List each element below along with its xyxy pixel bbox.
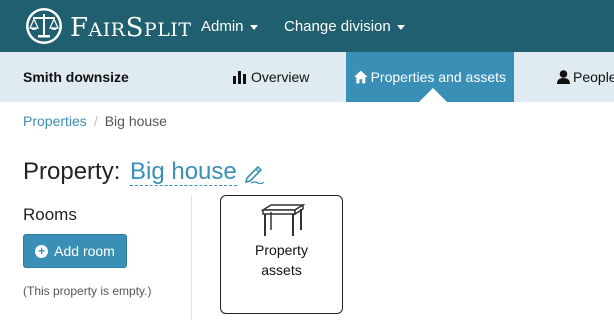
rooms-heading: Rooms	[23, 205, 77, 224]
brand-letter-s: S	[125, 13, 144, 43]
top-navbar: FAIRSPLIT Admin Change division	[0, 0, 614, 52]
breadcrumb: Properties / Big house	[23, 113, 167, 129]
chevron-down-icon	[396, 24, 405, 30]
add-room-button[interactable]: + Add room	[23, 234, 127, 268]
home-icon	[354, 70, 368, 84]
tab-people[interactable]: People	[557, 52, 614, 102]
property-assets-label-line1: Property	[255, 242, 308, 258]
admin-menu[interactable]: Admin	[201, 18, 258, 35]
change-division-menu[interactable]: Change division	[284, 18, 405, 35]
plus-circle-icon: +	[35, 244, 49, 258]
active-tab-pointer	[419, 88, 447, 102]
page-title-label: Property:	[23, 158, 121, 185]
brand-letter-f: F	[70, 13, 89, 43]
project-name: Smith downsize	[23, 69, 129, 85]
breadcrumb-current: Big house	[104, 113, 167, 129]
tab-properties-and-assets-label: Properties and assets	[370, 69, 506, 85]
brand-name[interactable]: FAIRSPLIT	[70, 13, 192, 43]
user-icon	[557, 70, 570, 84]
breadcrumb-properties-link[interactable]: Properties	[23, 113, 87, 129]
tab-overview[interactable]: Overview	[233, 52, 309, 102]
scales-logo-icon[interactable]	[24, 6, 64, 46]
empty-property-message: (This property is empty.)	[23, 284, 152, 298]
brand-text-plit: PLIT	[143, 19, 192, 41]
table-icon	[260, 204, 305, 236]
tab-overview-label: Overview	[251, 69, 310, 85]
admin-menu-label: Admin	[201, 18, 244, 35]
property-name-editable[interactable]: Big house	[130, 158, 237, 186]
column-divider	[191, 195, 192, 320]
pencil-edit-icon[interactable]	[243, 162, 265, 184]
project-subnav: Smith downsize Overview Properties and a…	[0, 52, 614, 102]
bar-chart-icon	[233, 70, 246, 84]
property-assets-label-line2: assets	[261, 262, 302, 278]
chevron-down-icon	[249, 24, 258, 30]
brand-text-air: AIR	[88, 19, 126, 41]
property-assets-label: Property assets	[221, 240, 342, 280]
property-assets-card[interactable]: Property assets	[220, 195, 343, 314]
change-division-label: Change division	[284, 18, 391, 35]
add-room-label: Add room	[54, 243, 115, 259]
tab-people-label: People	[573, 69, 614, 85]
breadcrumb-separator: /	[93, 113, 98, 129]
